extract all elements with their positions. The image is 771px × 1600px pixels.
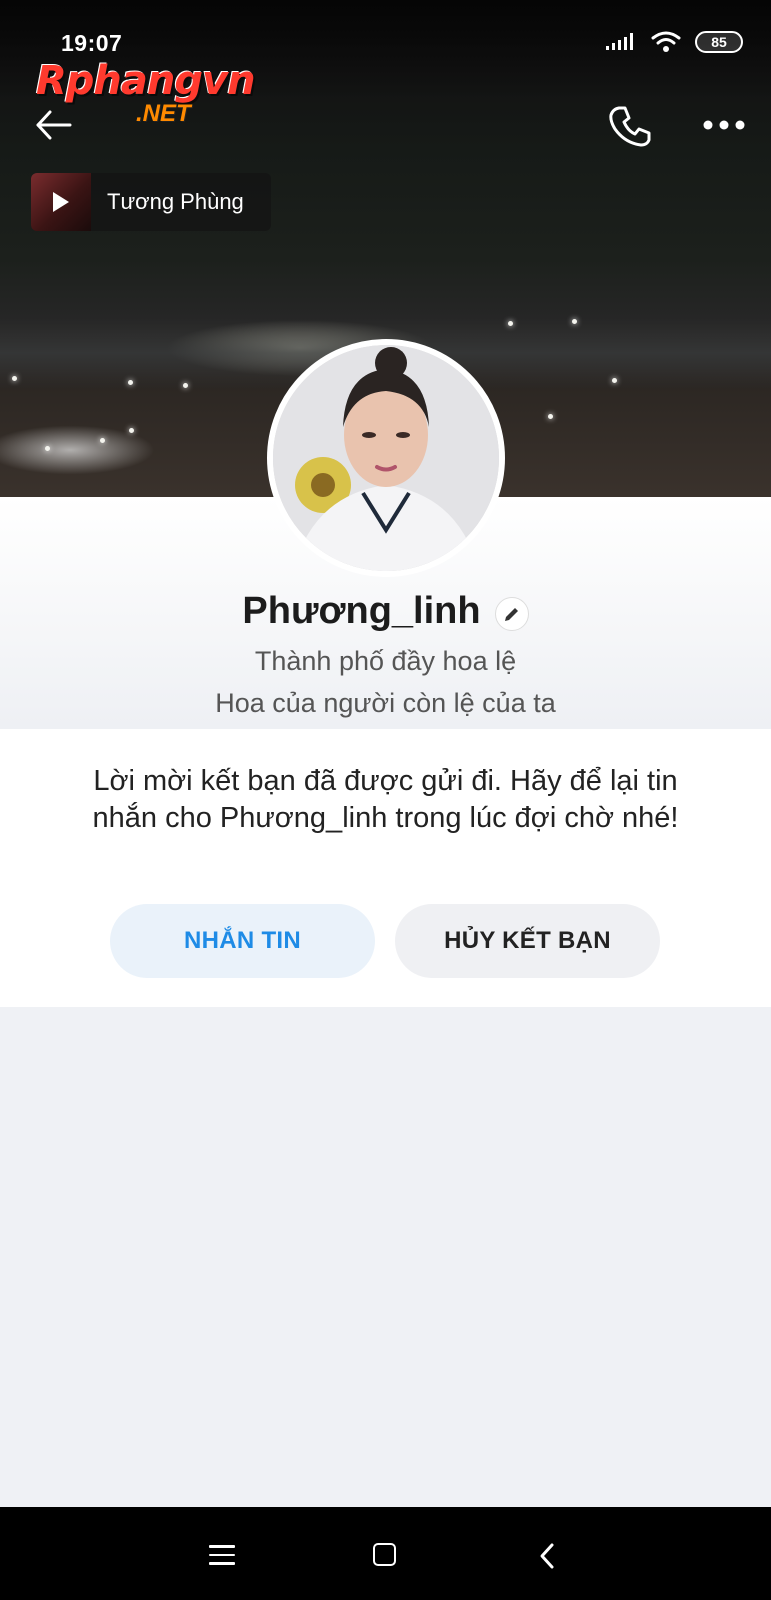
battery-icon: 85: [695, 31, 743, 53]
watermark-logo: Rphangvn .NET: [36, 58, 256, 127]
system-nav-bar: [0, 1507, 771, 1600]
send-message-button[interactable]: NHẮN TIN: [110, 904, 375, 978]
watermark-sub: .NET: [136, 100, 191, 127]
more-dots-icon: [703, 120, 745, 130]
play-icon: [53, 192, 69, 212]
wifi-icon: [651, 31, 681, 52]
friend-request-card: Lời mời kết bạn đã được gửi đi. Hãy để l…: [0, 729, 771, 1007]
phone-icon: [609, 106, 651, 147]
profile-bio-line1: Thành phố đầy hoa lệ: [254, 646, 517, 676]
cover-light: [129, 428, 134, 433]
profile-name: Phương_linh: [242, 590, 481, 632]
avatar[interactable]: [267, 339, 505, 577]
cover-light: [128, 380, 133, 385]
more-button[interactable]: [700, 110, 748, 140]
cover-light: [12, 376, 17, 381]
profile-bio-line2: Hoa của người còn lệ của ta: [215, 688, 556, 718]
status-icons: 85: [605, 30, 743, 54]
profile-name-row: Phương_linh: [0, 590, 771, 633]
edit-name-button[interactable]: [494, 596, 529, 631]
cover-light: [100, 438, 105, 443]
music-title: Tương Phùng: [107, 189, 244, 214]
call-button[interactable]: [607, 103, 653, 149]
cancel-friend-request-button[interactable]: HỦY KẾT BẠN: [395, 904, 660, 978]
cover-light: [548, 414, 553, 419]
cover-light: [183, 383, 188, 388]
cover-light: [572, 319, 577, 324]
profile-music-chip[interactable]: Tương Phùng: [31, 173, 271, 231]
pencil-icon: [504, 607, 518, 621]
arrow-left-icon: [36, 110, 72, 140]
home-square-icon[interactable]: [373, 1543, 396, 1566]
signal-icon: [606, 33, 633, 50]
music-thumbnail: [31, 173, 91, 231]
status-time: 19:07: [61, 30, 123, 56]
friend-request-message: Lời mời kết bạn đã được gửi đi. Hãy để l…: [92, 765, 679, 834]
back-button[interactable]: [32, 103, 76, 147]
menu-icon[interactable]: [209, 1545, 235, 1567]
cover-light: [508, 321, 513, 326]
back-chevron-icon[interactable]: [537, 1542, 557, 1570]
cover-light: [612, 378, 617, 383]
watermark-main: Rphangvn: [36, 58, 256, 104]
avatar-image: [273, 345, 499, 571]
cover-light: [45, 446, 50, 451]
